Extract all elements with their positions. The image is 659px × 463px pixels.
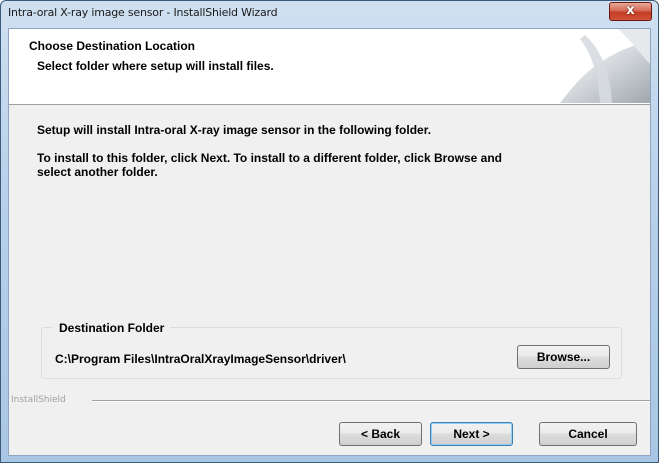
cancel-button[interactable]: Cancel [539,422,637,446]
installshield-logo-icon [560,29,650,103]
title-bar[interactable]: Intra-oral X-ray image sensor - InstallS… [1,1,658,25]
window-title: Intra-oral X-ray image sensor - InstallS… [8,6,278,19]
browse-button[interactable]: Browse... [517,345,610,369]
footer-divider [92,400,650,402]
destination-folder-label: Destination Folder [53,321,171,335]
instructions-text-line2: select another folder. [37,165,158,179]
page-subtitle: Select folder where setup will install f… [37,59,274,73]
close-button[interactable]: x [609,2,652,21]
instructions-text-line1: To install to this folder, click Next. T… [37,151,502,165]
install-info-text: Setup will install Intra-oral X-ray imag… [37,123,432,137]
installshield-brand: InstallShield [11,395,66,405]
wizard-header: Choose Destination Location Select folde… [9,29,650,105]
page-title: Choose Destination Location [29,39,196,53]
back-button[interactable]: < Back [339,422,422,446]
installer-window: Intra-oral X-ray image sensor - InstallS… [0,0,659,463]
next-button[interactable]: Next > [430,422,513,446]
close-icon: x [626,3,635,18]
wizard-client-area: Choose Destination Location Select folde… [8,28,651,456]
destination-path: C:\Program Files\IntraOralXrayImageSenso… [55,352,346,366]
